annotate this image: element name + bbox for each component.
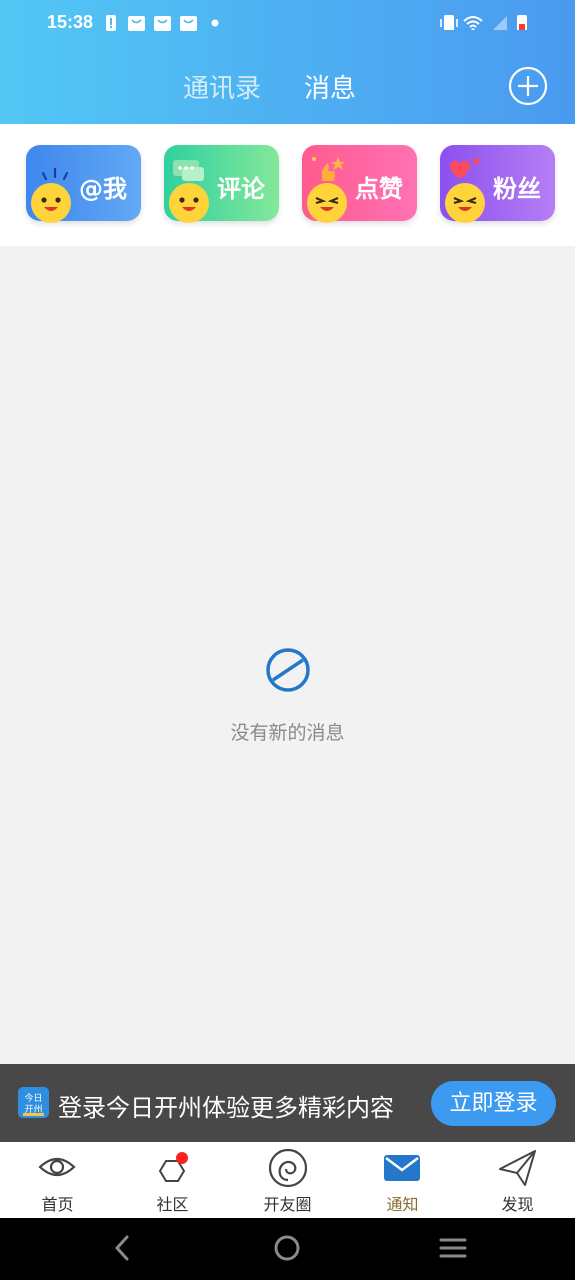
bottom-tab-bar: 首页 社区 开友圈 通知 发现 [0,1142,575,1218]
no-entry-icon [265,648,310,692]
card-label: 粉丝 [493,175,541,203]
tab-label: 通知 [386,1195,419,1214]
face-icon [307,183,347,223]
tab-label: 发现 [501,1195,534,1214]
card-label: @我 [79,175,127,203]
system-status-icons [440,15,527,30]
card-likes[interactable]: 点赞 [302,145,417,223]
sparkle-icon [41,167,69,181]
status-bar: 15:38 [0,0,575,48]
tab-community[interactable]: 社区 [115,1142,230,1218]
card-label: 评论 [217,175,265,203]
empty-state [0,646,575,698]
app-logo: 今日 开州 [18,1087,49,1118]
home-circle-icon[interactable] [272,1233,302,1263]
app-header: 15:38 通讯录 消息 [0,0,575,124]
tab-friends-circle[interactable]: 开友圈 [230,1142,345,1218]
tab-label: 首页 [41,1195,74,1214]
face-icon [169,183,209,223]
status-time: 15:38 [47,12,94,32]
login-prompt: 登录今日开州体验更多精彩内容 [58,1094,394,1122]
tab-contacts[interactable]: 通讯录 [183,68,261,105]
quick-cards: @我 评论 点赞 粉丝 [0,124,575,246]
plus-circle-icon[interactable] [508,66,548,106]
thumbs-up-icon [312,157,345,181]
face-icon [31,183,71,223]
heart-icon [450,158,480,179]
card-comments[interactable]: 评论 [164,145,279,223]
back-icon[interactable] [110,1233,134,1263]
face-icon [445,183,485,223]
menu-icon[interactable] [438,1233,468,1263]
tab-notifications[interactable]: 通知 [345,1142,460,1218]
hexagon-icon [158,1152,188,1182]
tab-label: 社区 [156,1195,189,1214]
header-tabs: 通讯录 消息 [0,68,575,108]
tab-messages[interactable]: 消息 [304,68,356,105]
system-nav-bar [0,1218,575,1280]
card-mentions[interactable]: @我 [26,145,141,223]
login-banner: 今日 开州 登录今日开州体验更多精彩内容 立即登录 [0,1064,575,1142]
tab-home[interactable]: 首页 [0,1142,115,1218]
empty-message: 没有新的消息 [230,722,345,744]
svg-text:今日: 今日 [24,1092,42,1104]
notification-icons [106,15,197,31]
login-button[interactable]: 立即登录 [431,1081,556,1126]
envelope-icon [384,1155,420,1181]
paper-plane-icon [499,1150,536,1186]
card-label: 点赞 [355,175,403,203]
spiral-icon [268,1148,308,1188]
eye-icon [38,1157,76,1177]
dot-icon [211,19,219,27]
tab-discover[interactable]: 发现 [460,1142,575,1218]
card-fans[interactable]: 粉丝 [440,145,555,223]
tab-label: 开友圈 [263,1195,312,1214]
